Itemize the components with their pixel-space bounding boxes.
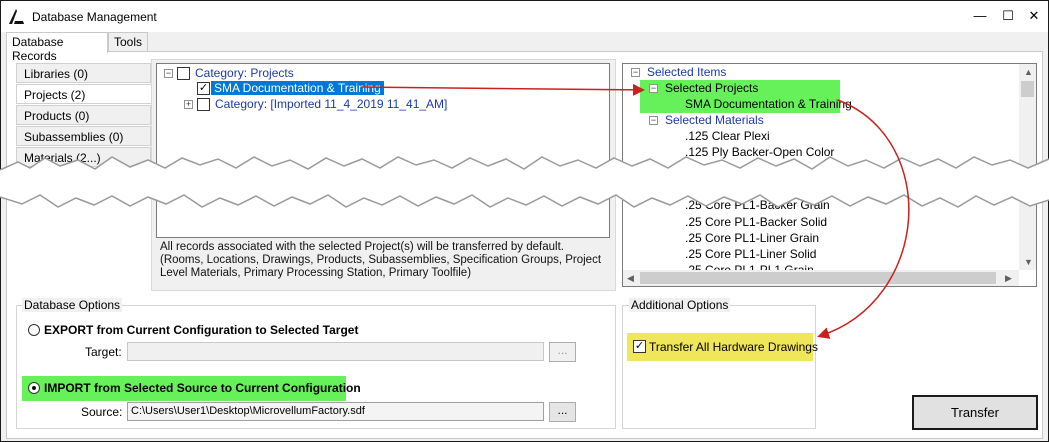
record-tab-libraries[interactable]: Libraries (0) (16, 63, 151, 83)
export-radio[interactable] (28, 324, 40, 336)
category-projects-checkbox[interactable] (177, 67, 190, 80)
material-item[interactable]: .125 Ply Backer-Open Color (685, 145, 834, 159)
collapse-icon[interactable]: − (164, 69, 173, 78)
horizontal-scroll-thumb[interactable] (640, 272, 996, 284)
material-item[interactable]: .25 Core PL1-Liner Grain (685, 231, 819, 245)
import-label[interactable]: IMPORT from Selected Source to Current C… (44, 381, 361, 395)
database-management-window: Database Management — ☐ ✕ Database Recor… (0, 0, 1049, 442)
source-input[interactable]: C:\Users\User1\Desktop\MicrovellumFactor… (127, 402, 544, 421)
tree-selected-items[interactable]: Selected Items (647, 65, 726, 79)
database-options-title: Database Options (22, 298, 123, 312)
records-tree[interactable]: − Category: Projects ✓ SMA Documentation… (156, 63, 610, 238)
expand-icon[interactable]: + (184, 100, 193, 109)
import-radio[interactable] (28, 382, 40, 394)
tree-project-item[interactable]: SMA Documentation & Training (685, 97, 852, 111)
project-checkbox[interactable]: ✓ (197, 82, 210, 95)
selected-items-tree[interactable]: − Selected Items − Selected Projects SMA… (622, 63, 1037, 287)
record-tab-products[interactable]: Products (0) (16, 105, 151, 125)
transfer-hardware-label[interactable]: Transfer All Hardware Drawings (649, 340, 818, 354)
target-browse-button[interactable]: ... (549, 342, 576, 362)
scroll-up-icon[interactable]: ▲ (1024, 67, 1033, 77)
record-tab-materials[interactable]: Materials (2...) (16, 147, 151, 167)
title-bar: Database Management — ☐ ✕ (1, 1, 1048, 32)
transfer-info-text: All records associated with the selected… (160, 241, 602, 279)
tree-category-projects[interactable]: Category: Projects (195, 66, 294, 80)
transfer-button[interactable]: Transfer (912, 395, 1038, 430)
tab-tools[interactable]: Tools (108, 32, 148, 52)
transfer-hardware-checkbox[interactable]: ✓ (633, 340, 646, 353)
scroll-left-icon[interactable]: ◀ (627, 273, 634, 284)
minimize-button[interactable]: — (967, 5, 993, 27)
maximize-button[interactable]: ☐ (995, 5, 1021, 27)
target-label: Target: (85, 345, 122, 359)
category-imported-checkbox[interactable] (197, 98, 210, 111)
tab-database-records[interactable]: Database Records (6, 32, 108, 63)
tree-selected-materials[interactable]: Selected Materials (665, 113, 764, 127)
material-item[interactable]: .25 Core PL1-Backer Solid (685, 215, 827, 229)
material-item[interactable]: .25 Core PL1-Liner Solid (685, 247, 816, 261)
record-tab-subassemblies[interactable]: Subassemblies (0) (16, 126, 151, 146)
scroll-down-icon[interactable]: ▼ (1024, 257, 1033, 267)
window-title: Database Management (32, 10, 157, 24)
source-label: Source: (81, 405, 123, 419)
material-item[interactable]: .25 Core PL1-Backer Grain (685, 198, 830, 212)
export-label[interactable]: EXPORT from Current Configuration to Sel… (44, 323, 358, 337)
target-input[interactable] (127, 342, 544, 361)
collapse-icon[interactable]: − (649, 84, 658, 93)
record-tab-projects[interactable]: Projects (2) (16, 84, 151, 104)
tree-category-imported[interactable]: Category: [Imported 11_4_2019 11_41_AM] (215, 97, 447, 111)
tree-project-sma[interactable]: SMA Documentation & Training (211, 81, 384, 95)
scroll-right-icon[interactable]: ▶ (1005, 273, 1012, 284)
source-browse-button[interactable]: ... (549, 402, 576, 422)
close-button[interactable]: ✕ (1021, 5, 1047, 27)
app-logo-icon (9, 9, 24, 24)
material-item[interactable]: .125 Clear Plexi (685, 129, 770, 143)
tree-selected-projects[interactable]: Selected Projects (665, 81, 758, 95)
radio-selected-dot (32, 386, 36, 390)
additional-options-group (622, 305, 816, 429)
collapse-icon[interactable]: − (631, 68, 640, 77)
additional-options-title: Additional Options (629, 298, 731, 312)
collapse-icon[interactable]: − (649, 116, 658, 125)
vertical-scroll-thumb[interactable] (1021, 81, 1034, 97)
